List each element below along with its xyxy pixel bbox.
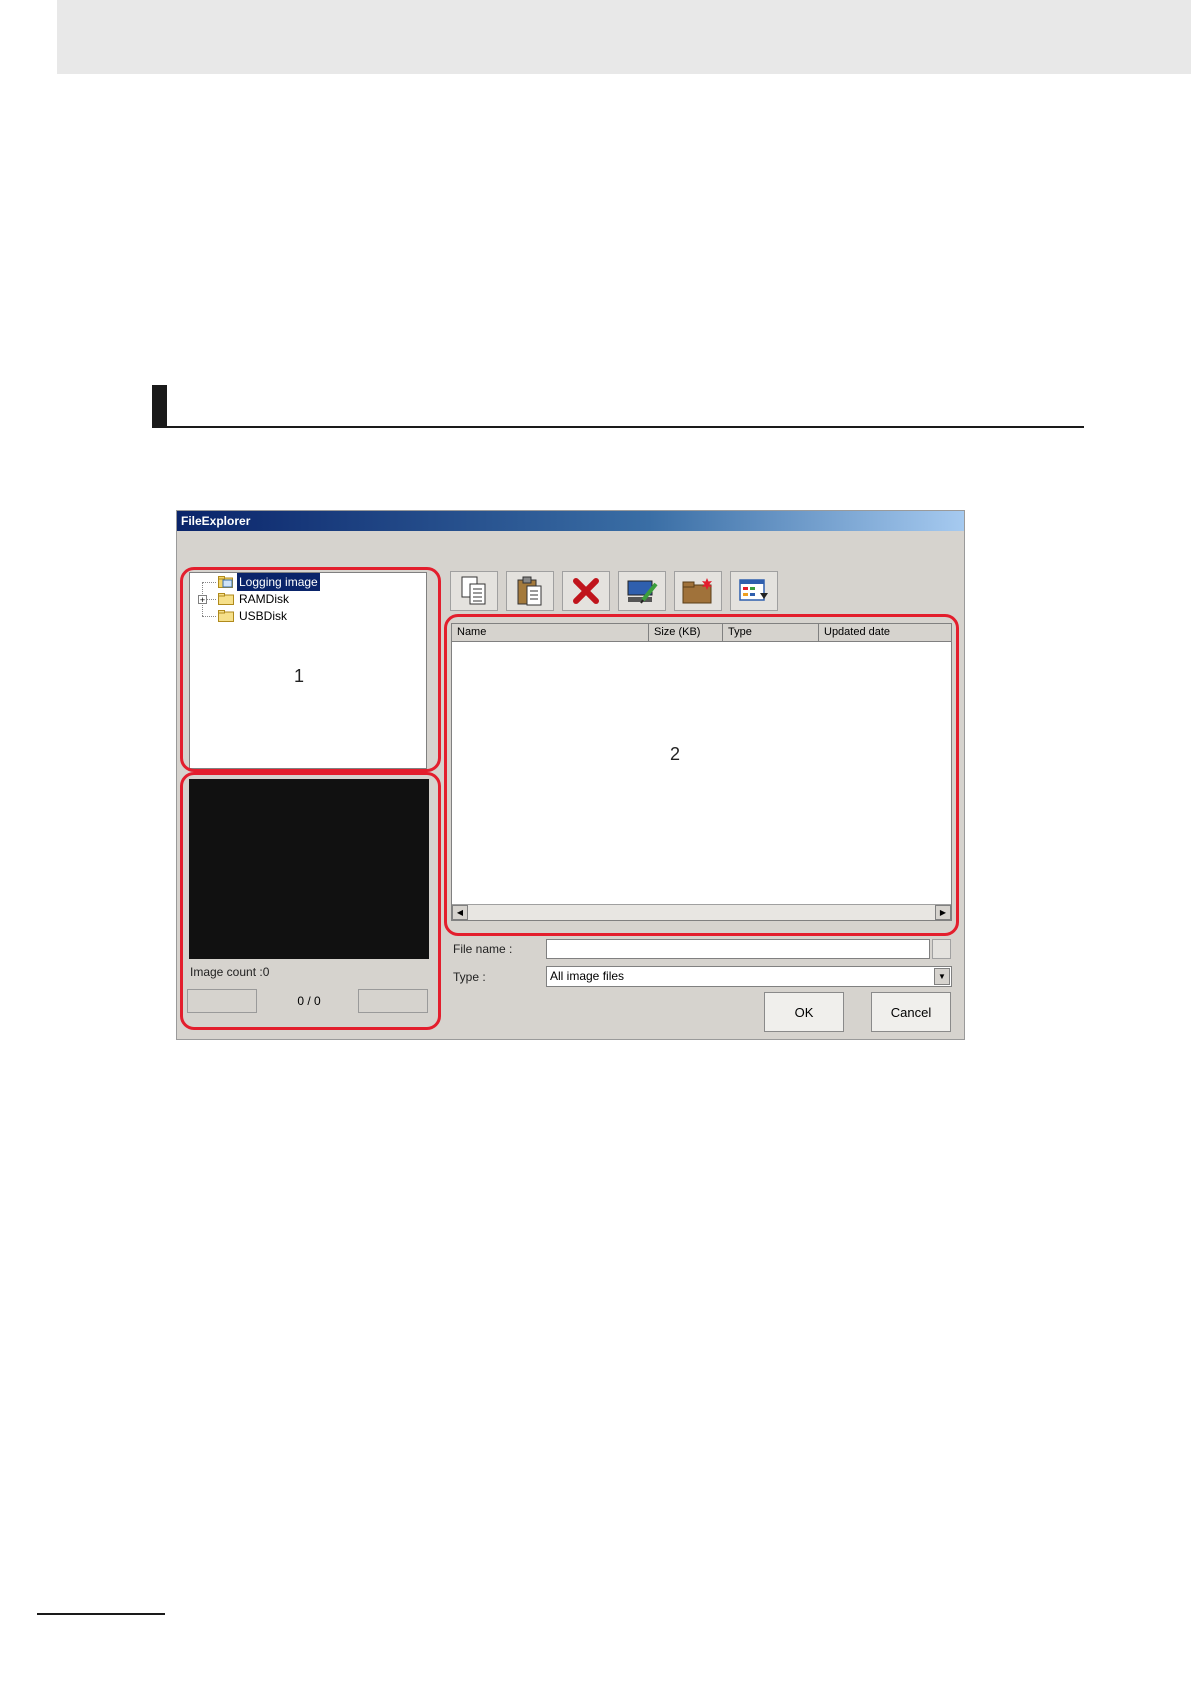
chevron-down-icon[interactable]: ▼ [934,968,950,985]
type-select[interactable]: All image files ▼ [546,966,952,987]
type-select-value: All image files [550,969,625,983]
type-label: Type : [453,970,486,984]
section-rule [152,426,1084,428]
image-preview [189,779,429,959]
column-header-updated-date[interactable]: Updated date [819,624,951,641]
next-image-button[interactable] [358,989,428,1013]
cancel-button[interactable]: Cancel [871,992,951,1032]
new-folder-icon [682,578,712,604]
column-header-type[interactable]: Type [723,624,819,641]
section-marker [152,385,167,428]
file-name-label: File name : [453,942,513,956]
callout-number-1: 1 [294,666,305,686]
copy-button[interactable] [450,571,498,611]
image-folder-icon [218,576,233,588]
copy-icon [461,576,486,605]
tree-line [202,616,216,617]
tree-line [202,582,216,583]
callout-number-2: 2 [670,744,681,764]
file-list[interactable]: Name Size (KB) Type Updated date ◀ ▶ [451,623,952,921]
tree-item-logging-image[interactable]: Logging image [218,573,320,591]
tree-item-label: Logging image [237,573,320,591]
tree-item-ramdisk[interactable]: RAMDisk [218,590,291,608]
paste-button[interactable] [506,571,554,611]
column-header-size[interactable]: Size (KB) [649,624,723,641]
scroll-left-button[interactable]: ◀ [452,905,468,920]
scroll-right-button[interactable]: ▶ [935,905,951,920]
expand-toggle-ramdisk[interactable]: + [198,595,207,605]
rename-icon [627,580,658,604]
footer-rule [37,1613,165,1615]
delete-button[interactable] [562,571,610,611]
file-list-header: Name Size (KB) Type Updated date [452,624,951,642]
tree-item-label: USBDisk [239,609,288,623]
paste-icon [517,576,542,606]
tree-item-usbdisk[interactable]: USBDisk [218,607,289,625]
image-count: Image count :0 [190,965,270,979]
column-header-name[interactable]: Name [452,624,649,641]
tree-item-label: RAMDisk [239,592,289,606]
rename-button[interactable] [618,571,666,611]
file-name-side-button[interactable] [932,939,951,959]
folder-icon [218,610,234,622]
horizontal-scrollbar[interactable]: ◀ ▶ [452,904,951,920]
previous-image-button[interactable] [187,989,257,1013]
view-options-icon [739,579,768,601]
ok-button[interactable]: OK [764,992,844,1032]
folder-icon [218,593,234,605]
new-folder-button[interactable] [674,571,722,611]
view-options-button[interactable] [730,571,778,611]
page-indicator: 0 / 0 [297,994,321,1008]
delete-icon [573,578,599,604]
folder-tree[interactable]: + Logging image RAMDisk USBDisk [189,572,427,769]
file-name-input[interactable] [546,939,930,959]
page-header-band [57,0,1191,74]
file-explorer-window: FileExplorer + Logging image RAMDisk USB… [176,510,965,1040]
window-title: FileExplorer [177,511,964,531]
